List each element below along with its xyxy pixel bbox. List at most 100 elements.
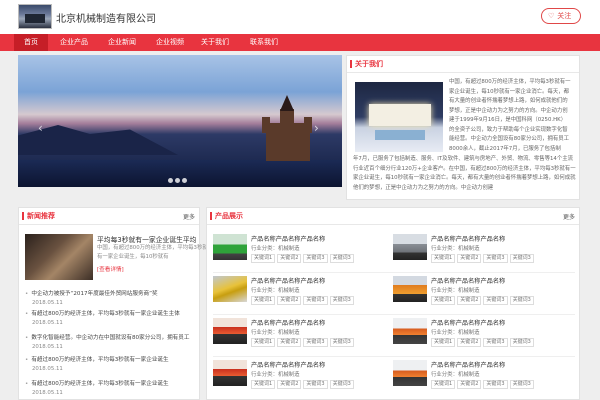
product-name[interactable]: 产品名称产品名称产品名称 bbox=[251, 276, 325, 285]
product-tag[interactable]: 关键词1 bbox=[251, 338, 276, 347]
nav-item-products[interactable]: 企业产品 bbox=[52, 34, 96, 51]
product-category: 行业分类：机械制造 bbox=[251, 288, 300, 294]
product-tag[interactable]: 关键词3 bbox=[303, 338, 328, 347]
product-name[interactable]: 产品名称产品名称产品名称 bbox=[251, 234, 325, 243]
product-tag[interactable]: 关键词3 bbox=[303, 254, 328, 263]
follow-button[interactable]: ♡ 关注 bbox=[541, 8, 581, 24]
product-card[interactable]: 产品名称产品名称产品名称 行业分类：机械制造 关键词1 关键词2 关键词3 关键词3 bbox=[393, 276, 573, 314]
product-tag[interactable]: 关键词1 bbox=[251, 254, 276, 263]
product-tag[interactable]: 关键词3 bbox=[509, 254, 534, 263]
news-item[interactable]: 数字化智能经营。中企动力在中国就设有80家分公司，拥有员工 2018.05.11 bbox=[25, 334, 211, 351]
product-tag[interactable]: 关键词3 bbox=[329, 254, 354, 263]
news-item[interactable]: 有超过800万的经济主体，平均每3秒就有一家企业诞生 2018.05.11 bbox=[25, 380, 211, 397]
red-trailer-image[interactable] bbox=[213, 360, 247, 386]
news-item[interactable]: 有超过800万的经济主体，平均每3秒就有一家企业诞生 2018.05.11 bbox=[25, 356, 211, 373]
product-tag[interactable]: 关键词2 bbox=[457, 254, 482, 263]
product-tag[interactable]: 关键词3 bbox=[509, 338, 534, 347]
slider-dot-3[interactable] bbox=[182, 178, 187, 183]
product-tag[interactable]: 关键词3 bbox=[329, 380, 354, 389]
news-item-title[interactable]: 有超过800万的经济主体，平均每3秒就有一家企业诞生 bbox=[25, 380, 211, 389]
product-card[interactable]: 产品名称产品名称产品名称 行业分类：机械制造 关键词1 关键词2 关键词3 关键词3 bbox=[213, 276, 393, 314]
news-item-title[interactable]: 有超过800万的经济主体，平均每3秒就有一家企业诞生 bbox=[25, 356, 211, 365]
company-name: 北京机械制造有限公司 bbox=[56, 14, 156, 25]
product-tag[interactable]: 关键词3 bbox=[329, 296, 354, 305]
product-tag[interactable]: 关键词1 bbox=[251, 380, 276, 389]
red-trailer-image[interactable] bbox=[393, 360, 427, 386]
news-item-title[interactable]: 数字化智能经营。中企动力在中国就设有80家分公司，拥有员工 bbox=[25, 334, 211, 343]
green-truck-image[interactable] bbox=[213, 234, 247, 260]
product-tags: 关键词1 关键词2 关键词3 关键词3 bbox=[251, 337, 356, 347]
product-tag[interactable]: 关键词1 bbox=[431, 296, 456, 305]
product-tag[interactable]: 关键词3 bbox=[483, 254, 508, 263]
product-tag[interactable]: 关键词2 bbox=[277, 296, 302, 305]
product-tag[interactable]: 关键词1 bbox=[431, 380, 456, 389]
slider-next-icon[interactable]: › bbox=[314, 121, 319, 135]
product-tag[interactable]: 关键词1 bbox=[431, 338, 456, 347]
product-tag[interactable]: 关键词1 bbox=[431, 254, 456, 263]
news-feature-detail-link[interactable]: [查看详情] bbox=[97, 265, 124, 273]
nav-item-news[interactable]: 企业新闻 bbox=[100, 34, 144, 51]
product-tag[interactable]: 关键词2 bbox=[457, 338, 482, 347]
nav-item-about[interactable]: 关于我们 bbox=[195, 34, 235, 51]
about-building-image bbox=[355, 82, 443, 152]
slider-prev-icon[interactable]: ‹ bbox=[38, 121, 43, 135]
product-tag[interactable]: 关键词2 bbox=[457, 380, 482, 389]
product-name[interactable]: 产品名称产品名称产品名称 bbox=[431, 318, 505, 327]
red-trailer-image[interactable] bbox=[213, 318, 247, 344]
product-tag[interactable]: 关键词1 bbox=[251, 296, 276, 305]
news-more-link[interactable]: 更多 bbox=[183, 212, 195, 221]
product-card[interactable]: 产品名称产品名称产品名称 行业分类：机械制造 关键词1 关键词2 关键词3 关键词3 bbox=[213, 360, 393, 398]
product-tag[interactable]: 关键词3 bbox=[303, 380, 328, 389]
product-tag[interactable]: 关键词2 bbox=[277, 338, 302, 347]
product-name[interactable]: 产品名称产品名称产品名称 bbox=[251, 318, 325, 327]
product-tag[interactable]: 关键词2 bbox=[277, 254, 302, 263]
product-tags: 关键词1 关键词2 关键词3 关键词3 bbox=[431, 379, 536, 389]
product-name[interactable]: 产品名称产品名称产品名称 bbox=[431, 276, 505, 285]
news-item-title[interactable]: 有超过800万的经济主体，平均每3秒就有一家企业诞生主体 bbox=[25, 310, 211, 319]
slider-dot-2[interactable] bbox=[175, 178, 180, 183]
slider-dot-1[interactable] bbox=[168, 178, 173, 183]
news-item[interactable]: 有超过800万的经济主体，平均每3秒就有一家企业诞生主体 2018.05.11 bbox=[25, 310, 211, 327]
product-category: 行业分类：机械制造 bbox=[431, 372, 480, 378]
nav-item-home[interactable]: 首页 bbox=[14, 34, 48, 51]
news-item[interactable]: 中企动力被授予“2017年度最佳外贸网站服务商”奖 2018.05.11 bbox=[25, 290, 211, 307]
product-name[interactable]: 产品名称产品名称产品名称 bbox=[431, 360, 505, 369]
product-tag[interactable]: 关键词3 bbox=[483, 380, 508, 389]
news-feature-title[interactable]: 平均每3秒就有一家企业诞生平均 bbox=[97, 234, 213, 244]
divider bbox=[213, 272, 575, 273]
nav-item-contact[interactable]: 联系我们 bbox=[242, 34, 286, 51]
product-card[interactable]: 产品名称产品名称产品名称 行业分类：机械制造 关键词1 关键词2 关键词3 关键词3 bbox=[213, 318, 393, 356]
product-tag[interactable]: 关键词3 bbox=[329, 338, 354, 347]
news-feature-image[interactable] bbox=[25, 234, 93, 280]
product-tags: 关键词1 关键词2 关键词3 关键词3 bbox=[251, 295, 356, 305]
company-logo[interactable] bbox=[18, 4, 52, 29]
crane-image[interactable] bbox=[213, 276, 247, 302]
products-more-link[interactable]: 更多 bbox=[563, 212, 575, 221]
product-name[interactable]: 产品名称产品名称产品名称 bbox=[431, 234, 505, 243]
product-tag[interactable]: 关键词3 bbox=[509, 296, 534, 305]
news-item-date: 2018.05.11 bbox=[32, 320, 63, 326]
product-card[interactable]: 产品名称产品名称产品名称 行业分类：机械制造 关键词1 关键词2 关键词3 关键词3 bbox=[393, 234, 573, 272]
product-tag[interactable]: 关键词3 bbox=[483, 338, 508, 347]
product-tag[interactable]: 关键词2 bbox=[457, 296, 482, 305]
news-item-date: 2018.05.11 bbox=[32, 300, 63, 306]
product-tag[interactable]: 关键词2 bbox=[277, 380, 302, 389]
product-tag[interactable]: 关键词3 bbox=[483, 296, 508, 305]
banner-slider[interactable]: ‹ › bbox=[18, 55, 342, 187]
product-category: 行业分类：机械制造 bbox=[431, 330, 480, 336]
divider bbox=[19, 224, 199, 225]
product-card[interactable]: 产品名称产品名称产品名称 行业分类：机械制造 关键词1 关键词2 关键词3 关键词3 bbox=[393, 360, 573, 398]
main-nav: 首页 企业产品 企业新闻 企业视频 关于我们 联系我们 bbox=[0, 34, 600, 51]
news-item-title[interactable]: 中企动力被授予“2017年度最佳外贸网站服务商”奖 bbox=[25, 290, 211, 299]
news-item-date: 2018.05.11 bbox=[32, 390, 63, 396]
product-name[interactable]: 产品名称产品名称产品名称 bbox=[251, 360, 325, 369]
nav-item-videos[interactable]: 企业视频 bbox=[148, 34, 192, 51]
red-trailer-image[interactable] bbox=[393, 318, 427, 344]
product-card[interactable]: 产品名称产品名称产品名称 行业分类：机械制造 关键词1 关键词2 关键词3 关键词3 bbox=[393, 318, 573, 356]
product-tag[interactable]: 关键词3 bbox=[303, 296, 328, 305]
product-tag[interactable]: 关键词3 bbox=[509, 380, 534, 389]
product-card[interactable]: 产品名称产品名称产品名称 行业分类：机械制造 关键词1 关键词2 关键词3 关键词3 bbox=[213, 234, 393, 272]
truck-image[interactable] bbox=[393, 234, 427, 260]
divider bbox=[213, 356, 575, 357]
orange-truck-image[interactable] bbox=[393, 276, 427, 302]
